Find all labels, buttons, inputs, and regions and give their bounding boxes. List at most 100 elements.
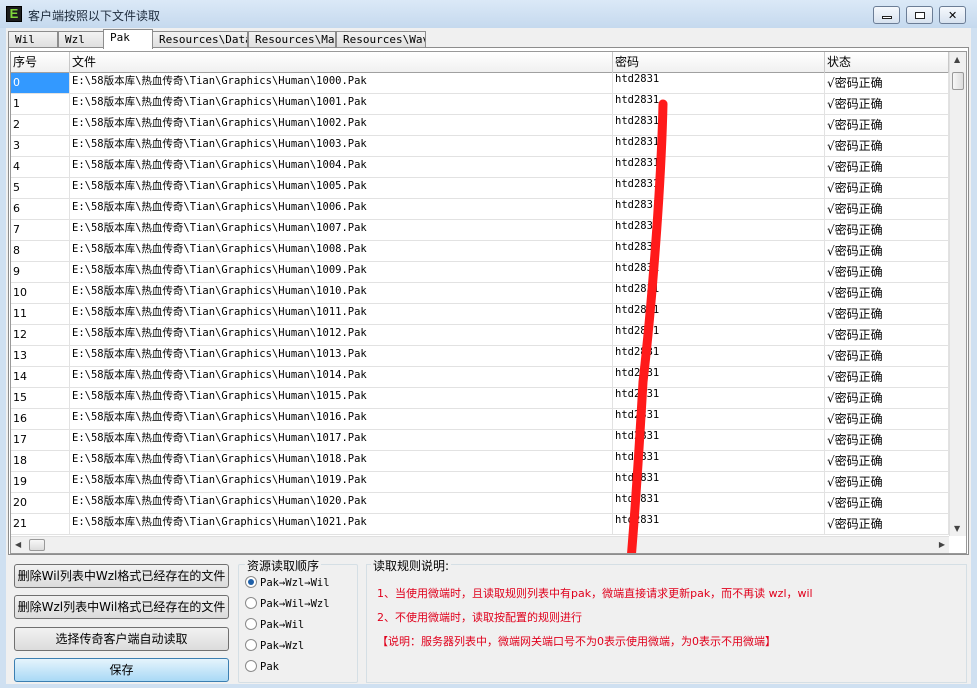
password-cell[interactable]: htd2831 (613, 493, 825, 513)
status-cell[interactable]: √密码正确 (825, 178, 949, 198)
password-cell[interactable]: htd2831 (613, 283, 825, 303)
password-cell[interactable]: htd2831 (613, 304, 825, 324)
file-path-cell[interactable]: E:\58版本库\热血传奇\Tian\Graphics\Human\1013.P… (70, 346, 613, 366)
table-row[interactable]: 20 E:\58版本库\热血传奇\Tian\Graphics\Human\1020… (11, 493, 949, 514)
table-row[interactable]: 4 E:\58版本库\热血传奇\Tian\Graphics\Human\1004.… (11, 157, 949, 178)
password-cell[interactable]: htd2831 (613, 367, 825, 387)
password-cell[interactable]: htd2831 (613, 199, 825, 219)
table-row[interactable]: 11 E:\58版本库\热血传奇\Tian\Graphics\Human\1011… (11, 304, 949, 325)
status-cell[interactable]: √密码正确 (825, 304, 949, 324)
row-index-cell[interactable]: 15 (11, 388, 70, 408)
password-cell[interactable]: htd2831 (613, 346, 825, 366)
status-cell[interactable]: √密码正确 (825, 388, 949, 408)
table-row[interactable]: 18 E:\58版本库\热血传奇\Tian\Graphics\Human\1018… (11, 451, 949, 472)
table-row[interactable]: 3 E:\58版本库\热血传奇\Tian\Graphics\Human\1003.… (11, 136, 949, 157)
status-cell[interactable]: √密码正确 (825, 472, 949, 492)
radio-pak[interactable]: Pak (245, 660, 279, 676)
table-row[interactable]: 14 E:\58版本库\热血传奇\Tian\Graphics\Human\1014… (11, 367, 949, 388)
row-index-cell[interactable]: 12 (11, 325, 70, 345)
table-row[interactable]: 10 E:\58版本库\热血传奇\Tian\Graphics\Human\1010… (11, 283, 949, 304)
tab-resources-data[interactable]: Resources\Data (152, 31, 248, 48)
minimize-button[interactable] (873, 6, 900, 24)
radio-icon[interactable] (245, 639, 257, 651)
password-cell[interactable]: htd2831 (613, 451, 825, 471)
status-cell[interactable]: √密码正确 (825, 262, 949, 282)
status-cell[interactable]: √密码正确 (825, 220, 949, 240)
password-cell[interactable]: htd2831 (613, 178, 825, 198)
status-cell[interactable]: √密码正确 (825, 73, 949, 93)
row-index-cell[interactable]: 20 (11, 493, 70, 513)
table-row[interactable]: 0 E:\58版本库\热血传奇\Tian\Graphics\Human\1000.… (11, 73, 949, 94)
horizontal-scroll-thumb[interactable] (29, 539, 45, 551)
password-cell[interactable]: htd2831 (613, 157, 825, 177)
vertical-scrollbar[interactable]: ▲ ▼ (949, 52, 966, 536)
scroll-down-icon[interactable]: ▼ (954, 524, 960, 533)
radio-pak-wzl-wil[interactable]: Pak→Wzl→Wil (245, 576, 330, 592)
row-index-cell[interactable]: 2 (11, 115, 70, 135)
row-index-cell[interactable]: 11 (11, 304, 70, 324)
scroll-right-icon[interactable]: ▶ (939, 540, 945, 549)
table-row[interactable]: 6 E:\58版本库\热血传奇\Tian\Graphics\Human\1006.… (11, 199, 949, 220)
tab-resources-map[interactable]: Resources\Map (248, 31, 336, 48)
password-cell[interactable]: htd2831 (613, 241, 825, 261)
tab-pak[interactable]: Pak (103, 29, 153, 49)
file-path-cell[interactable]: E:\58版本库\热血传奇\Tian\Graphics\Human\1007.P… (70, 220, 613, 240)
file-path-cell[interactable]: E:\58版本库\热血传奇\Tian\Graphics\Human\1016.P… (70, 409, 613, 429)
file-path-cell[interactable]: E:\58版本库\热血传奇\Tian\Graphics\Human\1021.P… (70, 514, 613, 534)
vertical-scroll-thumb[interactable] (952, 72, 964, 90)
scroll-left-icon[interactable]: ◀ (15, 540, 21, 549)
password-cell[interactable]: htd2831 (613, 409, 825, 429)
table-row[interactable]: 2 E:\58版本库\热血传奇\Tian\Graphics\Human\1002.… (11, 115, 949, 136)
status-cell[interactable]: √密码正确 (825, 241, 949, 261)
file-path-cell[interactable]: E:\58版本库\热血传奇\Tian\Graphics\Human\1004.P… (70, 157, 613, 177)
file-path-cell[interactable]: E:\58版本库\热血传奇\Tian\Graphics\Human\1019.P… (70, 472, 613, 492)
tab-wil[interactable]: Wil (8, 31, 58, 48)
table-row[interactable]: 16 E:\58版本库\热血传奇\Tian\Graphics\Human\1016… (11, 409, 949, 430)
file-path-cell[interactable]: E:\58版本库\热血传奇\Tian\Graphics\Human\1011.P… (70, 304, 613, 324)
radio-pak-wil-wzl[interactable]: Pak→Wil→Wzl (245, 597, 330, 613)
file-path-cell[interactable]: E:\58版本库\热血传奇\Tian\Graphics\Human\1012.P… (70, 325, 613, 345)
status-cell[interactable]: √密码正确 (825, 514, 949, 534)
row-index-cell[interactable]: 10 (11, 283, 70, 303)
tab-resources-wav[interactable]: Resources\Wav (336, 31, 426, 48)
status-cell[interactable]: √密码正确 (825, 157, 949, 177)
status-cell[interactable]: √密码正确 (825, 493, 949, 513)
status-cell[interactable]: √密码正确 (825, 430, 949, 450)
status-cell[interactable]: √密码正确 (825, 199, 949, 219)
password-cell[interactable]: htd2831 (613, 73, 825, 93)
table-row[interactable]: 8 E:\58版本库\热血传奇\Tian\Graphics\Human\1008.… (11, 241, 949, 262)
table-row[interactable]: 7 E:\58版本库\热血传奇\Tian\Graphics\Human\1007.… (11, 220, 949, 241)
radio-icon[interactable] (245, 597, 257, 609)
tab-wzl[interactable]: Wzl (58, 31, 104, 48)
status-cell[interactable]: √密码正确 (825, 346, 949, 366)
password-cell[interactable]: htd2831 (613, 220, 825, 240)
row-index-cell[interactable]: 9 (11, 262, 70, 282)
file-path-cell[interactable]: E:\58版本库\热血传奇\Tian\Graphics\Human\1001.P… (70, 94, 613, 114)
table-row[interactable]: 12 E:\58版本库\热血传奇\Tian\Graphics\Human\1012… (11, 325, 949, 346)
password-cell[interactable]: htd2831 (613, 136, 825, 156)
table-row[interactable]: 1 E:\58版本库\热血传奇\Tian\Graphics\Human\1001.… (11, 94, 949, 115)
file-path-cell[interactable]: E:\58版本库\热血传奇\Tian\Graphics\Human\1015.P… (70, 388, 613, 408)
column-header-status[interactable]: 状态 (825, 52, 949, 73)
row-index-cell[interactable]: 5 (11, 178, 70, 198)
row-index-cell[interactable]: 21 (11, 514, 70, 534)
file-path-cell[interactable]: E:\58版本库\热血传奇\Tian\Graphics\Human\1018.P… (70, 451, 613, 471)
radio-pak-wil[interactable]: Pak→Wil (245, 618, 304, 634)
password-cell[interactable]: htd2831 (613, 388, 825, 408)
table-row[interactable]: 17 E:\58版本库\热血传奇\Tian\Graphics\Human\1017… (11, 430, 949, 451)
radio-pak-wzl[interactable]: Pak→Wzl (245, 639, 304, 655)
column-header-password[interactable]: 密码 (613, 52, 825, 73)
row-index-cell[interactable]: 13 (11, 346, 70, 366)
password-cell[interactable]: htd2831 (613, 94, 825, 114)
password-cell[interactable]: htd2831 (613, 430, 825, 450)
row-index-cell[interactable]: 7 (11, 220, 70, 240)
table-row[interactable]: 5 E:\58版本库\热血传奇\Tian\Graphics\Human\1005.… (11, 178, 949, 199)
status-cell[interactable]: √密码正确 (825, 409, 949, 429)
file-path-cell[interactable]: E:\58版本库\热血传奇\Tian\Graphics\Human\1005.P… (70, 178, 613, 198)
row-index-cell[interactable]: 6 (11, 199, 70, 219)
status-cell[interactable]: √密码正确 (825, 136, 949, 156)
status-cell[interactable]: √密码正确 (825, 115, 949, 135)
password-cell[interactable]: htd2831 (613, 115, 825, 135)
status-cell[interactable]: √密码正确 (825, 451, 949, 471)
row-index-cell[interactable]: 1 (11, 94, 70, 114)
